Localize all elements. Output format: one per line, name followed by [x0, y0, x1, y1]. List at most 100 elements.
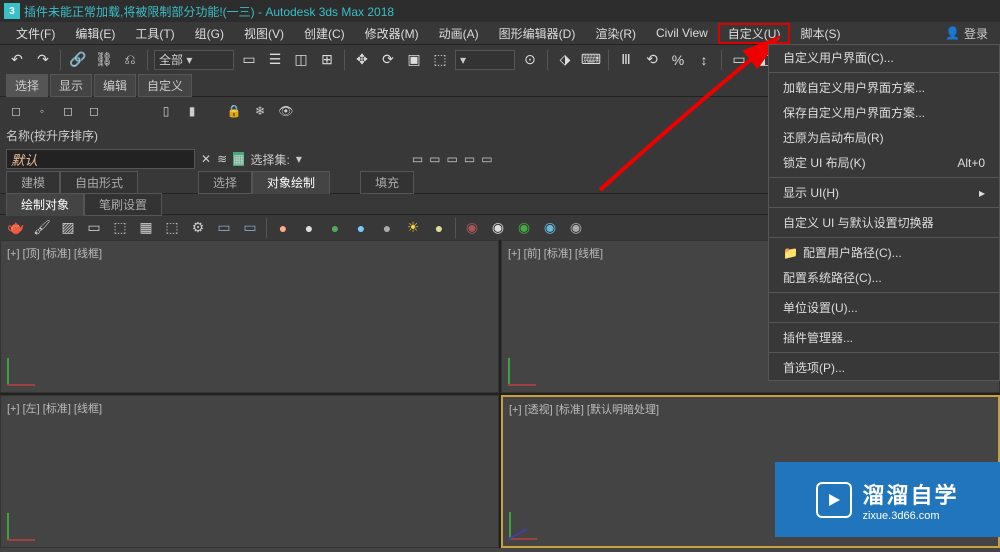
dd-lock-layout[interactable]: 锁定 UI 布局(K)Alt+0 — [769, 150, 999, 175]
select-region-icon[interactable]: ◫ — [290, 49, 312, 71]
paint-icon[interactable]: ▨ — [58, 218, 78, 238]
lock-icon[interactable]: 🔒 — [224, 101, 244, 121]
freeze-icon[interactable]: ❄ — [250, 101, 270, 121]
dd-revert-layout[interactable]: 还原为启动布局(R) — [769, 125, 999, 150]
tab-select[interactable]: 选择 — [6, 74, 48, 97]
sun-icon[interactable]: ☀ — [403, 218, 423, 238]
visibility-icon[interactable]: 👁 — [276, 101, 296, 121]
moon-icon[interactable]: ● — [429, 218, 449, 238]
dd-preferences[interactable]: 首选项(P)... — [769, 355, 999, 380]
erase-icon[interactable]: ▭ — [84, 218, 104, 238]
filter-light-icon[interactable]: ◦ — [32, 101, 52, 121]
small5-icon[interactable]: ◉ — [566, 218, 586, 238]
snap-toggle-icon[interactable]: Ⅲ — [615, 49, 637, 71]
menu-render[interactable]: 渲染(R) — [585, 23, 646, 44]
small3-icon[interactable]: ◉ — [514, 218, 534, 238]
unlink-icon[interactable]: ⛓ — [93, 49, 115, 71]
selset-btn1-icon[interactable]: ▭ — [412, 152, 423, 166]
filter-space-icon[interactable]: ▮ — [182, 101, 202, 121]
filter-cam-icon[interactable]: ◻ — [84, 101, 104, 121]
keyboard-icon[interactable]: ⌨ — [580, 49, 602, 71]
dd-units-setup[interactable]: 单位设置(U)... — [769, 295, 999, 320]
menu-modifiers[interactable]: 修改器(M) — [355, 23, 429, 44]
dd-user-paths[interactable]: 📁配置用户路径(C)... — [769, 240, 999, 265]
dd-system-paths[interactable]: 配置系统路径(C)... — [769, 265, 999, 290]
tab-edit[interactable]: 编辑 — [94, 74, 136, 97]
rotate-icon[interactable]: ⟳ — [377, 49, 399, 71]
display-icon[interactable]: ▭ — [240, 218, 260, 238]
selset-btn4-icon[interactable]: ▭ — [464, 152, 475, 166]
dd-save-scheme[interactable]: 保存自定义用户界面方案... — [769, 100, 999, 125]
dd-custom-ui[interactable]: 自定义用户界面(C)... — [769, 45, 999, 70]
selset-btn3-icon[interactable]: ▭ — [447, 152, 458, 166]
selection-filter-dropdown[interactable]: 全部 ▾ — [154, 50, 234, 70]
selset-btn2-icon[interactable]: ▭ — [429, 152, 440, 166]
menu-animation[interactable]: 动画(A) — [429, 23, 489, 44]
menu-grapheditors[interactable]: 图形编辑器(D) — [489, 23, 586, 44]
scale-icon[interactable]: ▣ — [403, 49, 425, 71]
brush-icon[interactable]: 🖌 — [32, 218, 52, 238]
filter-shape-icon[interactable]: ◻ — [58, 101, 78, 121]
ref-coord-dropdown[interactable]: ▾ — [455, 50, 515, 70]
viewport-top[interactable]: [+] [顶] [标准] [线框] — [0, 240, 499, 393]
manipulate-icon[interactable]: ⬗ — [554, 49, 576, 71]
grid-icon[interactable]: ▦ — [136, 218, 156, 238]
undo-icon[interactable]: ↶ — [6, 49, 28, 71]
ribbon-tab-select[interactable]: 选择 — [198, 171, 252, 194]
menu-civilview[interactable]: Civil View — [646, 24, 718, 42]
menu-group[interactable]: 组(G) — [185, 23, 234, 44]
link-icon[interactable]: 🔗 — [67, 49, 89, 71]
sphere3-icon[interactable]: ● — [325, 218, 345, 238]
tab-display[interactable]: 显示 — [50, 74, 92, 97]
select-set-dropdown[interactable]: ▾ — [296, 152, 406, 166]
pivot-icon[interactable]: ⊙ — [519, 49, 541, 71]
dd-plugin-manager[interactable]: 插件管理器... — [769, 325, 999, 350]
ribbon-tab-objectpaint[interactable]: 对象绘制 — [252, 171, 330, 194]
ribbon-tab-fill[interactable]: 填充 — [360, 171, 414, 194]
select-icon[interactable]: ▭ — [238, 49, 260, 71]
sphere4-icon[interactable]: ● — [351, 218, 371, 238]
named-sel-icon[interactable]: ▭ — [728, 49, 750, 71]
window-crossing-icon[interactable]: ⊞ — [316, 49, 338, 71]
menu-create[interactable]: 创建(C) — [294, 23, 355, 44]
move-icon[interactable]: ✥ — [351, 49, 373, 71]
sphere1-icon[interactable]: ● — [273, 218, 293, 238]
tab-customize[interactable]: 自定义 — [138, 74, 192, 97]
drop-icon[interactable]: ⬚ — [110, 218, 130, 238]
panel-icon[interactable]: ▭ — [214, 218, 234, 238]
filter-geo-icon[interactable]: ◻ — [6, 101, 26, 121]
bind-icon[interactable]: ⎌ — [119, 49, 141, 71]
sphere5-icon[interactable]: ● — [377, 218, 397, 238]
teapot-icon[interactable]: 🫖 — [6, 218, 26, 238]
selset-btn5-icon[interactable]: ▭ — [481, 152, 492, 166]
dd-load-scheme[interactable]: 加载自定义用户界面方案... — [769, 75, 999, 100]
gear-icon[interactable]: ⚙ — [188, 218, 208, 238]
menu-views[interactable]: 视图(V) — [234, 23, 294, 44]
menu-edit[interactable]: 编辑(E) — [65, 23, 125, 44]
placement-icon[interactable]: ⬚ — [429, 49, 451, 71]
dd-defaults-switcher[interactable]: 自定义 UI 与默认设置切换器 — [769, 210, 999, 235]
subtab-brushsettings[interactable]: 笔刷设置 — [84, 193, 162, 216]
small4-icon[interactable]: ◉ — [540, 218, 560, 238]
filter-btn2-icon[interactable]: ≋ — [217, 152, 227, 166]
subtab-drawobject[interactable]: 绘制对象 — [6, 193, 84, 216]
filter-helper-icon[interactable]: ▯ — [156, 101, 176, 121]
dd-show-ui[interactable]: 显示 UI(H)▸ — [769, 180, 999, 205]
filter-btn3-icon[interactable]: ▦ — [233, 152, 244, 166]
select-name-icon[interactable]: ☰ — [264, 49, 286, 71]
filter-btn1-icon[interactable]: ✕ — [201, 152, 211, 166]
ribbon-tab-freeform[interactable]: 自由形式 — [60, 171, 138, 194]
angle-snap-icon[interactable]: ⟲ — [641, 49, 663, 71]
sphere2-icon[interactable]: ● — [299, 218, 319, 238]
tool-icon[interactable]: ⬚ — [162, 218, 182, 238]
login-button[interactable]: 👤 登录 — [939, 25, 994, 42]
small2-icon[interactable]: ◉ — [488, 218, 508, 238]
menu-scripts[interactable]: 脚本(S) — [790, 23, 850, 44]
viewport-left[interactable]: [+] [左] [标准] [线框] — [0, 395, 499, 548]
menu-customize[interactable]: 自定义(U) — [718, 23, 791, 44]
ribbon-tab-modeling[interactable]: 建模 — [6, 171, 60, 194]
selection-filter-input[interactable] — [6, 149, 195, 169]
redo-icon[interactable]: ↷ — [32, 49, 54, 71]
percent-snap-icon[interactable]: % — [667, 49, 689, 71]
menu-tools[interactable]: 工具(T) — [125, 23, 184, 44]
